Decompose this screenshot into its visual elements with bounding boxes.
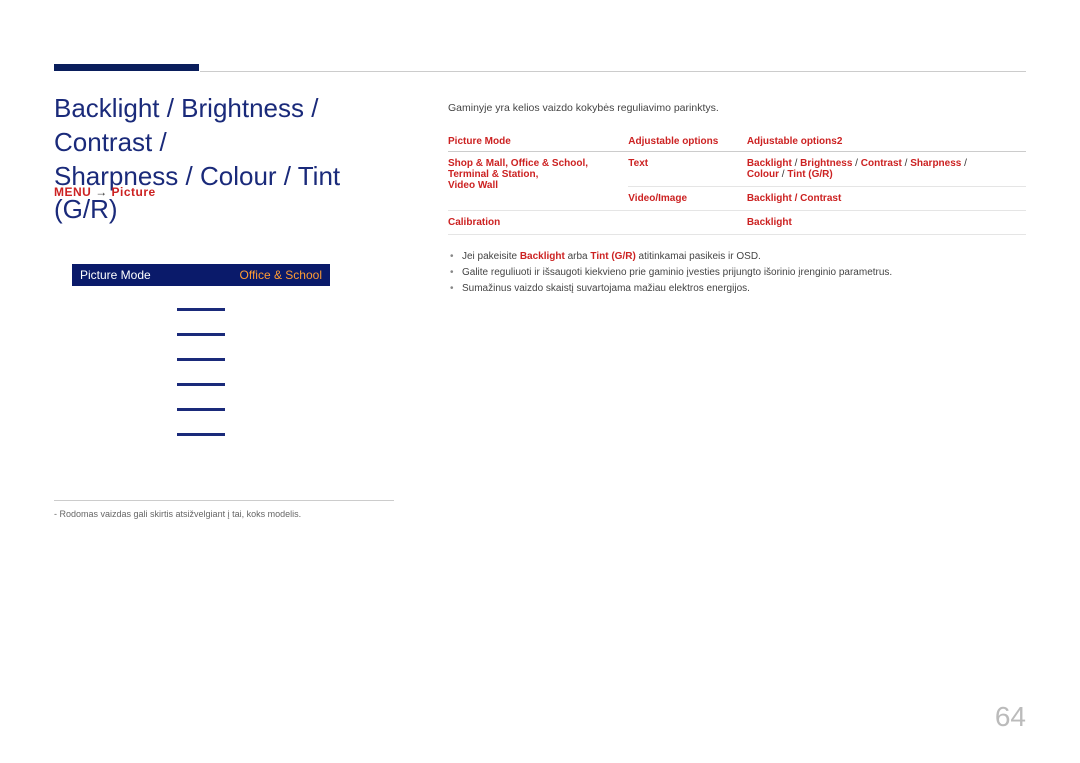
table-header: Adjustable options <box>628 132 747 152</box>
opt: Contrast <box>861 158 902 169</box>
opt: Colour <box>747 169 779 180</box>
cell-adjustable: Backlight <box>747 211 1026 235</box>
cell-option: Video/Image <box>628 187 747 211</box>
table-row: Shop & Mall, Office & School, Terminal &… <box>448 152 1026 187</box>
note-item: Jei pakeisite Backlight arba Tint (G/R) … <box>448 249 1026 265</box>
intro-text: Gaminyje yra kelios vaizdo kokybės regul… <box>448 102 1026 114</box>
osd-slider-line <box>177 333 225 336</box>
note-text: atitinkamai pasikeis ir OSD. <box>636 251 761 262</box>
content-column: Gaminyje yra kelios vaizdo kokybės regul… <box>448 102 1026 297</box>
table-row: Calibration Backlight <box>448 211 1026 235</box>
opt: Sharpness <box>910 158 961 169</box>
note-text: arba <box>565 251 591 262</box>
page-number: 64 <box>995 701 1026 733</box>
osd-slider-group <box>72 308 330 436</box>
osd-slider-line <box>177 358 225 361</box>
menu-label: MENU <box>54 185 91 199</box>
osd-slider-line <box>177 308 225 311</box>
mode-value: Office & School <box>511 158 585 169</box>
osd-menu-header: Picture Mode Office & School <box>72 264 330 286</box>
footnote: Rodomas vaizdas gali skirtis atsižvelgia… <box>54 500 394 519</box>
breadcrumb-path: Picture <box>112 185 156 199</box>
cell-picture-mode: Calibration <box>448 211 628 235</box>
footnote-text: Rodomas vaizdas gali skirtis atsižvelgia… <box>60 509 302 519</box>
osd-menu-title: Picture Mode <box>80 268 151 282</box>
cell-adjustable: Backlight / Brightness / Contrast / Shar… <box>747 152 1026 187</box>
breadcrumb: MENU → Picture <box>54 185 156 199</box>
opt: Backlight <box>747 158 792 169</box>
table-header: Adjustable options2 <box>747 132 1026 152</box>
osd-slider-line <box>177 383 225 386</box>
note-highlight: Backlight <box>520 251 565 262</box>
note-item: Sumažinus vaizdo skaistį suvartojama maž… <box>448 281 1026 297</box>
opt: Brightness <box>800 158 852 169</box>
arrow-icon: → <box>95 185 108 199</box>
options-table: Picture Mode Adjustable options Adjustab… <box>448 132 1026 235</box>
mode-value: Video Wall <box>448 180 498 191</box>
header-rule <box>200 71 1026 72</box>
mode-value: Terminal & Station <box>448 169 536 180</box>
header-accent-bar <box>54 64 199 71</box>
cell-option: Text <box>628 152 747 187</box>
osd-slider-line <box>177 433 225 436</box>
opt: Tint (G/R) <box>787 169 832 180</box>
table-header: Picture Mode <box>448 132 628 152</box>
cell-picture-mode: Shop & Mall, Office & School, Terminal &… <box>448 152 628 211</box>
page-title: Backlight / Brightness / Contrast / Shar… <box>54 92 394 227</box>
cell-adjustable: Backlight / Contrast <box>747 187 1026 211</box>
mode-value: Shop & Mall <box>448 158 505 169</box>
note-highlight: Tint (G/R) <box>590 251 635 262</box>
notes-list: Jei pakeisite Backlight arba Tint (G/R) … <box>448 249 1026 297</box>
osd-slider-line <box>177 408 225 411</box>
osd-menu-preview: Picture Mode Office & School <box>72 264 330 436</box>
note-text: Jei pakeisite <box>462 251 520 262</box>
cell-option <box>628 211 747 235</box>
title-line-1: Backlight / Brightness / Contrast / <box>54 93 318 157</box>
osd-menu-value: Office & School <box>240 268 323 282</box>
note-item: Galite reguliuoti ir išsaugoti kiekvieno… <box>448 265 1026 281</box>
